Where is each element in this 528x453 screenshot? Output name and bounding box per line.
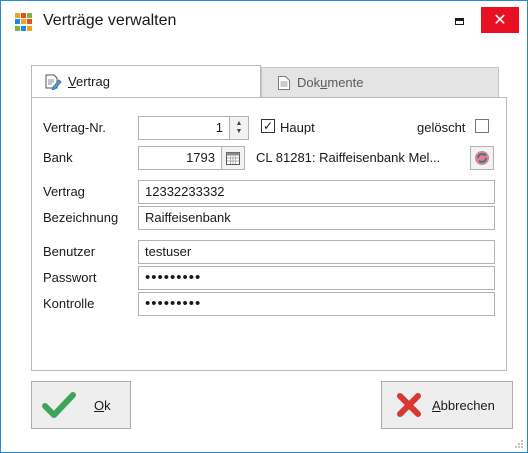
bank-label: Bank — [43, 150, 73, 165]
kontrolle-input[interactable]: ••••••••• — [138, 292, 495, 316]
bezeichnung-label: Bezeichnung — [43, 210, 119, 225]
cancel-button[interactable]: Abbrechen — [381, 381, 513, 429]
vertrag-nr-input[interactable]: 1 — [138, 116, 230, 140]
minimize-button[interactable] — [445, 9, 473, 33]
dialog-window: Verträge verwalten ✕ Vertrag Dokumente V… — [0, 0, 528, 453]
geloescht-checkbox[interactable] — [475, 119, 489, 133]
app-grid-icon — [15, 13, 33, 31]
vertrag-input[interactable]: 12332233332 — [138, 180, 495, 204]
tab-dokumente[interactable]: Dokumente — [261, 67, 499, 97]
benutzer-input[interactable]: testuser — [138, 240, 495, 264]
kontrolle-label: Kontrolle — [43, 296, 95, 311]
x-icon — [397, 393, 421, 417]
calendar-button[interactable] — [221, 146, 245, 170]
minimize-icon — [454, 17, 464, 25]
cancel-label: bbrechen — [440, 397, 495, 413]
haupt-label: Haupt — [280, 120, 315, 135]
ok-label: k — [104, 397, 111, 413]
window-title: Verträge verwalten — [43, 12, 177, 29]
bezeichnung-input[interactable]: Raiffeisenbank — [138, 206, 495, 230]
ok-mnemonic: O — [94, 397, 105, 413]
spin-up-icon[interactable]: ▲ — [236, 120, 243, 128]
spin-down-icon[interactable]: ▼ — [236, 128, 243, 136]
refresh-button[interactable] — [470, 146, 494, 170]
tab-dokumente-label: mente — [327, 75, 364, 90]
calendar-icon — [226, 151, 240, 165]
geloescht-label: gelöscht — [417, 120, 466, 135]
bank-info-text: CL 81281: Raiffeisenbank Mel... — [256, 150, 441, 165]
tab-vertrag[interactable]: Vertrag — [31, 65, 261, 97]
tab-vertrag-mnemonic: V — [68, 74, 76, 89]
passwort-label: Passwort — [43, 270, 97, 285]
close-button[interactable]: ✕ — [481, 7, 519, 33]
resize-grip-icon[interactable] — [514, 439, 524, 449]
title-bar: Verträge verwalten ✕ — [1, 1, 527, 41]
tab-dokumente-pre: Dok — [297, 75, 321, 90]
passwort-input[interactable]: ••••••••• — [138, 266, 495, 290]
bank-input[interactable]: 1793 — [138, 146, 222, 170]
ok-button[interactable]: Ok — [31, 381, 131, 429]
document-icon — [278, 75, 290, 90]
checkmark-icon — [42, 392, 76, 418]
tab-vertrag-label: ertrag — [75, 74, 110, 89]
edit-document-icon — [45, 74, 62, 90]
vertrag-nr-label: Vertrag-Nr. — [43, 120, 106, 135]
vertrag-label: Vertrag — [43, 184, 85, 199]
cancel-mnemonic: A — [432, 397, 441, 413]
haupt-checkbox[interactable]: ✓ — [261, 119, 275, 133]
benutzer-label: Benutzer — [43, 244, 96, 259]
vertrag-nr-spinner[interactable]: ▲ ▼ — [229, 116, 249, 140]
checkmark-icon: ✓ — [262, 119, 274, 133]
tab-panel — [31, 97, 507, 371]
refresh-icon — [475, 151, 489, 165]
